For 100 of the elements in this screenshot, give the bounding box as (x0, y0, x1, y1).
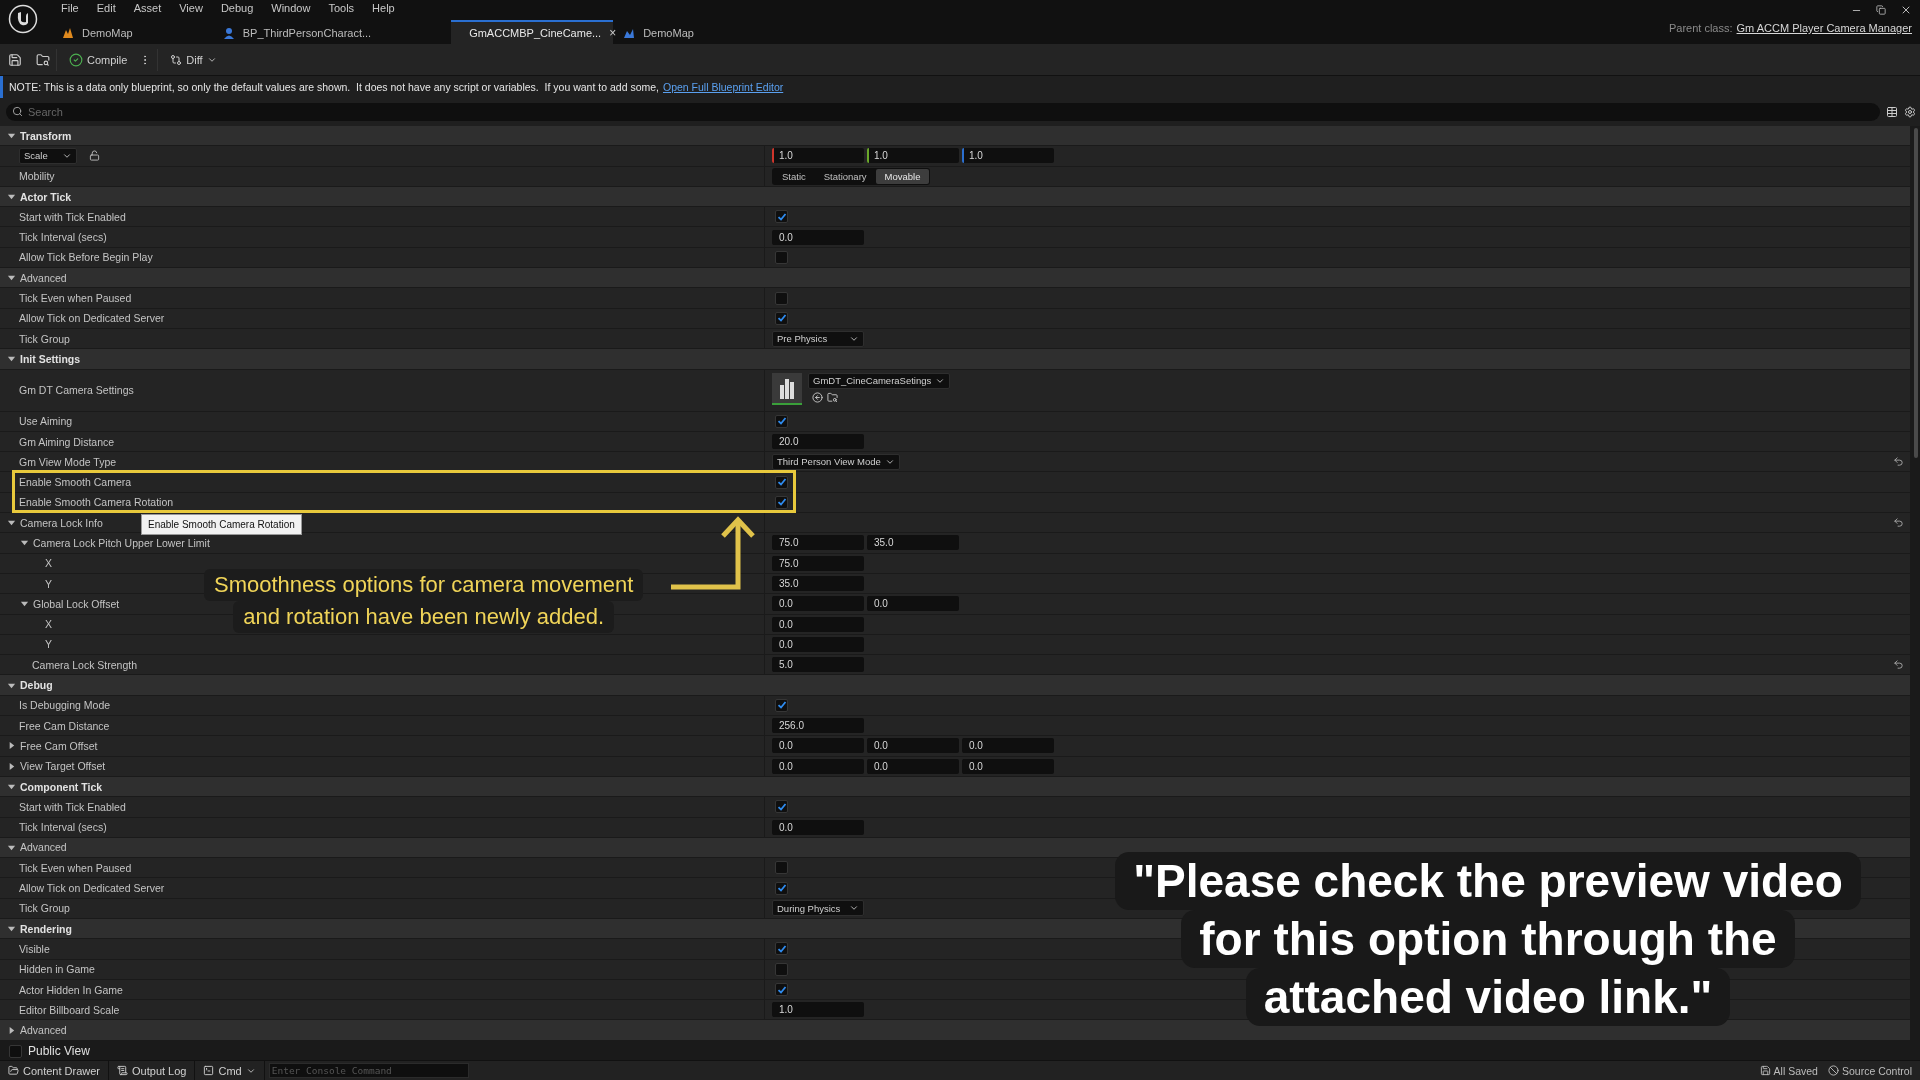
expand-arrow-icon[interactable] (7, 131, 16, 141)
close-tab-button[interactable]: × (609, 26, 617, 40)
expand-arrow-icon[interactable] (7, 192, 16, 202)
checkbox[interactable] (775, 881, 788, 895)
diff-button[interactable]: Diff (164, 50, 223, 69)
number-field[interactable]: 1.0 (772, 148, 864, 164)
content-drawer-button[interactable]: Content Drawer (0, 1060, 110, 1080)
number-field[interactable]: 0.0 (772, 229, 864, 245)
number-field[interactable]: 0.0 (867, 738, 959, 754)
cmd-dropdown[interactable]: Cmd (195, 1060, 265, 1080)
section-header[interactable]: Actor Tick (0, 186, 1910, 207)
output-log-button[interactable]: Output Log (109, 1060, 196, 1080)
number-field[interactable]: 256.0 (772, 718, 864, 734)
editor-tab[interactable]: BP_ThirdPersonCharact... (212, 20, 382, 44)
number-field[interactable]: 1.0 (962, 148, 1054, 164)
checkbox[interactable] (775, 311, 788, 325)
compile-button[interactable]: Compile (63, 49, 134, 70)
checkbox[interactable] (775, 414, 788, 428)
menu-item[interactable]: Asset (124, 2, 171, 14)
editor-tab[interactable]: GmACCMBP_CineCame... × (451, 20, 614, 44)
save-status[interactable]: All Saved (1759, 1064, 1818, 1077)
menu-item[interactable]: View (170, 2, 212, 14)
segment-option[interactable]: Movable (875, 168, 930, 184)
number-field[interactable]: 0.0 (962, 758, 1054, 774)
section-header[interactable]: Advanced (0, 268, 1910, 288)
use-selected-icon[interactable] (812, 391, 823, 403)
reset-icon[interactable] (1892, 659, 1904, 671)
expand-arrow-icon[interactable] (7, 924, 16, 934)
segment-option[interactable]: Static (773, 168, 815, 184)
save-icon[interactable] (8, 52, 22, 67)
checkbox[interactable] (775, 250, 788, 264)
checkbox[interactable] (775, 291, 788, 305)
checkbox[interactable] (775, 983, 788, 996)
number-field[interactable]: 0.0 (867, 758, 959, 774)
parent-class-link[interactable]: Gm ACCM Player Camera Manager (1736, 22, 1912, 34)
number-field[interactable]: 1.0 (867, 148, 959, 164)
console-field[interactable]: Enter Console Command (268, 1063, 469, 1078)
close-icon[interactable] (1900, 4, 1912, 16)
expand-arrow-icon[interactable] (7, 518, 16, 528)
search-field[interactable]: Search (6, 103, 1880, 121)
scale-dropdown[interactable]: Scale (19, 147, 77, 164)
number-field[interactable]: 0.0 (772, 596, 864, 612)
menu-item[interactable]: Tools (319, 2, 364, 14)
number-field[interactable]: 5.0 (772, 657, 864, 673)
expand-arrow-icon[interactable] (7, 741, 16, 751)
number-field[interactable]: 0.0 (772, 738, 864, 754)
section-header[interactable]: Component Tick (0, 776, 1910, 797)
reset-icon[interactable] (1892, 517, 1904, 529)
number-field[interactable]: 0.0 (962, 738, 1054, 754)
menu-item[interactable]: File (52, 2, 88, 14)
expand-arrow-icon[interactable] (7, 354, 16, 364)
section-header[interactable]: Debug (0, 675, 1910, 695)
expand-arrow-icon[interactable] (20, 599, 29, 609)
checkbox[interactable] (9, 1044, 22, 1058)
checkbox[interactable] (775, 210, 788, 224)
section-header[interactable]: Advanced (0, 837, 1910, 858)
dropdown[interactable]: During Physics (772, 900, 864, 917)
checkbox[interactable] (775, 495, 788, 509)
number-field[interactable]: 35.0 (867, 535, 959, 551)
expand-arrow-icon[interactable] (7, 273, 16, 283)
expand-arrow-icon[interactable] (7, 782, 16, 792)
settings-icon[interactable] (1904, 106, 1916, 118)
dropdown[interactable]: Pre Physics (772, 330, 864, 347)
dropdown[interactable]: Third Person View Mode (772, 453, 900, 470)
number-field[interactable]: 0.0 (772, 819, 864, 835)
number-field[interactable]: 1.0 (772, 1002, 864, 1018)
number-field[interactable]: 35.0 (772, 576, 864, 592)
menu-item[interactable]: Edit (87, 2, 125, 14)
number-field[interactable]: 20.0 (772, 434, 864, 449)
menu-item[interactable]: Help (363, 2, 404, 14)
lock-icon[interactable] (89, 150, 100, 162)
menu-item[interactable]: Window (262, 2, 320, 14)
number-field[interactable]: 0.0 (772, 636, 864, 652)
number-field[interactable]: 0.0 (867, 596, 959, 612)
restore-icon[interactable] (1876, 5, 1886, 15)
editor-tab[interactable]: DemoMap (52, 20, 143, 44)
expand-arrow-icon[interactable] (7, 761, 16, 771)
checkbox[interactable] (775, 800, 788, 814)
browse-icon[interactable] (36, 52, 50, 67)
reset-icon[interactable] (1892, 456, 1904, 468)
segment-option[interactable]: Stationary (814, 168, 876, 184)
section-header[interactable]: Transform (0, 126, 1910, 146)
number-field[interactable]: 0.0 (772, 616, 864, 632)
source-control-button[interactable]: Source Control (1827, 1064, 1912, 1077)
checkbox[interactable] (775, 475, 788, 489)
browse-icon[interactable] (827, 391, 838, 403)
checkbox[interactable] (775, 861, 788, 875)
section-header[interactable]: Advanced (0, 1020, 1910, 1040)
table-view-icon[interactable] (1886, 106, 1898, 118)
scrollbar-thumb[interactable] (1914, 128, 1918, 458)
section-header[interactable]: Init Settings (0, 349, 1910, 369)
menu-item[interactable]: Debug (211, 2, 263, 14)
checkbox[interactable] (775, 942, 788, 956)
number-field[interactable]: 75.0 (772, 555, 864, 571)
number-field[interactable]: 75.0 (772, 535, 864, 551)
checkbox[interactable] (775, 698, 788, 712)
editor-link[interactable]: Open Full Blueprint Editor (663, 81, 784, 93)
expand-arrow-icon[interactable] (20, 538, 29, 548)
number-field[interactable]: 0.0 (772, 758, 864, 774)
checkbox[interactable] (775, 962, 788, 976)
